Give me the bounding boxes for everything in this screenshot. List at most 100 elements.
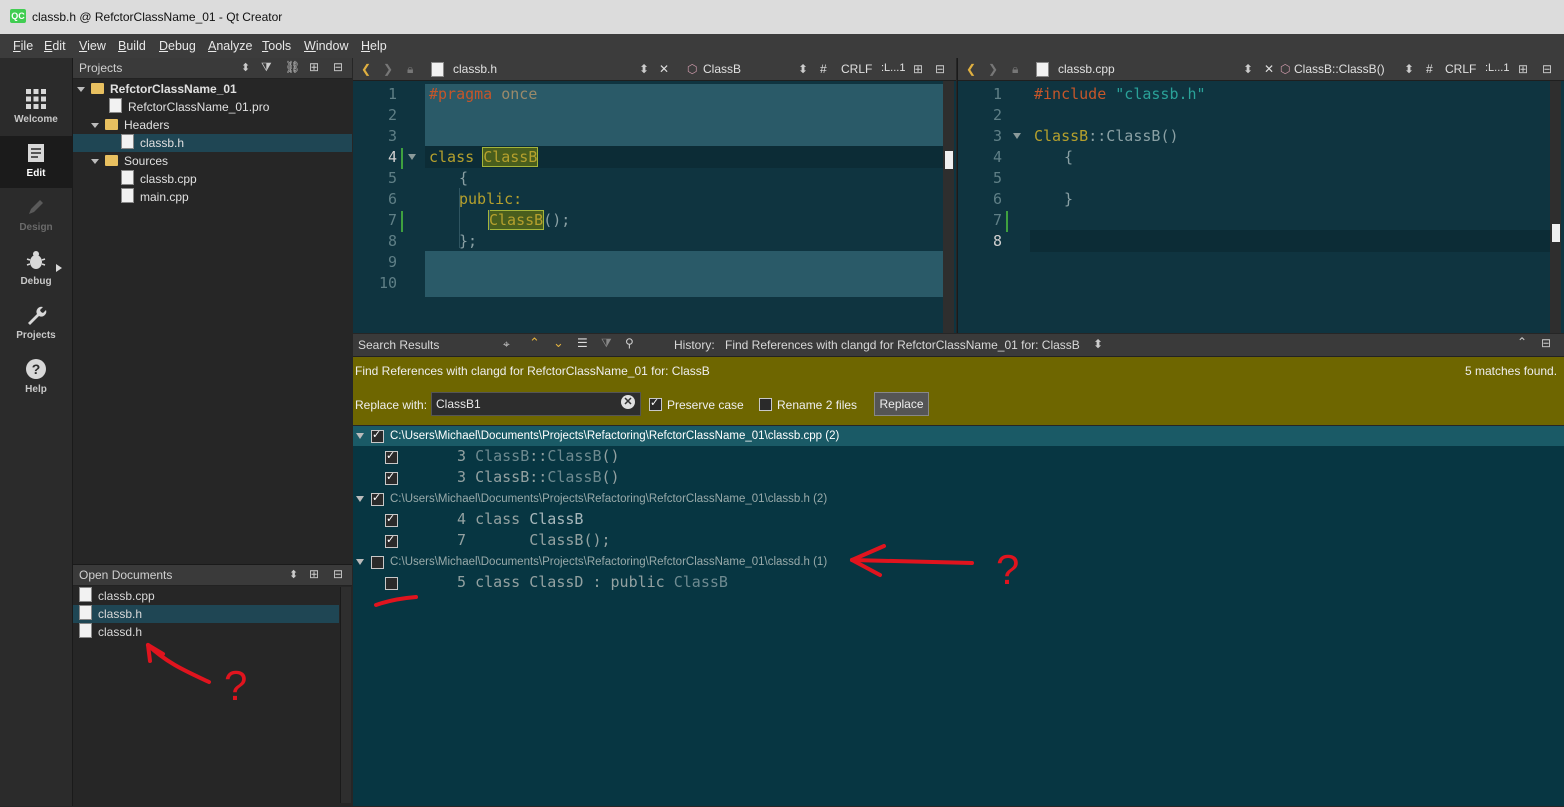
result-line[interactable]: 3 ClassB::ClassB() xyxy=(457,447,620,465)
code-line-4[interactable]: class ClassB xyxy=(429,147,539,167)
link-icon[interactable]: ⛓ xyxy=(285,60,300,74)
clear-input-icon[interactable]: ✕ xyxy=(621,395,635,409)
result-line[interactable]: 3 ClassB::ClassB() xyxy=(457,468,620,486)
symbol-selector[interactable]: ClassB::ClassB() xyxy=(1294,62,1385,76)
code-line-4[interactable]: { xyxy=(1064,148,1073,166)
editor-file-name[interactable]: classb.h xyxy=(453,62,497,76)
tree-item-headers[interactable]: Headers xyxy=(91,116,169,134)
close-editor-icon[interactable]: ✕ xyxy=(659,62,669,76)
tree-item-pro[interactable]: RefctorClassName_01.pro xyxy=(109,98,269,116)
code-line-7[interactable]: ClassB(); xyxy=(487,210,570,230)
result-line[interactable]: 7 ClassB(); xyxy=(457,531,611,549)
mode-debug[interactable]: Debug xyxy=(0,244,72,296)
fold-arrow-icon[interactable] xyxy=(408,154,416,160)
result-checkbox[interactable] xyxy=(385,533,398,548)
history-select[interactable]: Find References with clangd for RefctorC… xyxy=(725,338,1080,352)
search-icon[interactable]: ⚲ xyxy=(625,336,634,350)
close-pane-icon[interactable]: ⊟ xyxy=(333,567,343,581)
group-checkbox[interactable] xyxy=(371,428,384,443)
scrollbar-handle[interactable] xyxy=(1552,224,1560,242)
open-doc-item[interactable]: classd.h xyxy=(79,623,339,641)
collapse-triangle-icon[interactable] xyxy=(356,433,364,439)
preserve-case-checkbox[interactable] xyxy=(649,396,662,411)
scrollbar-handle[interactable] xyxy=(945,151,953,169)
mode-welcome[interactable]: Welcome xyxy=(0,82,72,134)
result-line[interactable]: 5 class ClassD : public ClassB xyxy=(457,573,728,591)
maximize-icon[interactable]: ⌃ xyxy=(1517,335,1527,349)
open-docs-scrollbar[interactable] xyxy=(340,587,351,803)
mode-help[interactable]: ? Help xyxy=(0,352,72,404)
menu-window[interactable]: Window xyxy=(304,39,348,53)
pane-select-arrows-icon[interactable]: ⬍ xyxy=(241,61,250,74)
forward-arrow-icon[interactable]: ❯ xyxy=(988,62,998,76)
group-checkbox[interactable] xyxy=(371,491,384,506)
symbol-select-arrows-icon[interactable]: ⬍ xyxy=(798,62,808,76)
prev-result-icon[interactable]: ⌃ xyxy=(529,335,540,351)
cursor-position[interactable]: :L...1 xyxy=(881,62,905,74)
lock-icon[interactable]: 🔒︎ xyxy=(407,62,413,77)
tree-item-main-cpp[interactable]: main.cpp xyxy=(121,188,189,206)
tree-item-sources[interactable]: Sources xyxy=(91,152,168,170)
code-line-5[interactable]: { xyxy=(459,169,468,187)
pane-select-arrows-icon[interactable]: ⬍ xyxy=(289,568,298,581)
fold-arrow-icon[interactable] xyxy=(1013,133,1021,139)
line-ending[interactable]: CRLF xyxy=(841,62,872,76)
mode-design[interactable]: Design xyxy=(0,190,72,242)
rename-files-checkbox[interactable] xyxy=(759,398,772,411)
code-line-8[interactable]: }; xyxy=(459,232,477,250)
code-line-3[interactable]: ClassB::ClassB() xyxy=(1034,127,1179,145)
hash-indicator[interactable]: # xyxy=(1426,62,1433,76)
close-editor-icon[interactable]: ✕ xyxy=(1264,62,1274,76)
filter-icon[interactable]: ⧩ xyxy=(261,60,272,75)
menu-tools[interactable]: Tools xyxy=(262,39,291,53)
next-result-icon[interactable]: ⌄ xyxy=(553,335,564,351)
replace-button[interactable]: Replace xyxy=(874,392,929,416)
collapse-triangle-icon[interactable] xyxy=(77,87,85,92)
close-split-icon[interactable]: ⊟ xyxy=(935,62,945,76)
replace-input[interactable]: ClassB1 ✕ xyxy=(431,392,641,416)
editor-scrollbar[interactable] xyxy=(943,81,954,333)
symbol-selector[interactable]: ClassB xyxy=(703,62,741,76)
tree-view-icon[interactable]: ☰ xyxy=(577,336,588,350)
menu-debug[interactable]: Debug xyxy=(159,39,196,53)
split-icon[interactable]: ⊞ xyxy=(1518,62,1528,76)
tree-item-classb-cpp[interactable]: classb.cpp xyxy=(121,170,197,188)
code-line-1[interactable]: #pragma once xyxy=(429,85,537,103)
mode-edit[interactable]: Edit xyxy=(0,136,72,188)
split-icon[interactable]: ⊞ xyxy=(309,60,319,74)
code-line-6[interactable]: } xyxy=(1064,190,1073,208)
file-select-arrows-icon[interactable]: ⬍ xyxy=(1243,62,1253,76)
open-doc-item-selected[interactable]: classb.h xyxy=(73,605,339,623)
menu-build[interactable]: Build xyxy=(118,39,146,53)
result-checkbox[interactable] xyxy=(385,449,398,464)
editor-scrollbar[interactable] xyxy=(1550,81,1561,333)
back-arrow-icon[interactable]: ❮ xyxy=(966,62,976,76)
collapse-triangle-icon[interactable] xyxy=(356,559,364,565)
collapse-triangle-icon[interactable] xyxy=(91,123,99,128)
line-ending[interactable]: CRLF xyxy=(1445,62,1476,76)
result-checkbox[interactable] xyxy=(385,512,398,527)
lock-icon[interactable]: 🔒︎ xyxy=(1012,62,1018,77)
open-doc-item[interactable]: classb.cpp xyxy=(79,587,339,605)
collapse-triangle-icon[interactable] xyxy=(356,496,364,502)
mode-projects[interactable]: Projects xyxy=(0,298,72,350)
menu-edit[interactable]: Edit xyxy=(44,39,66,53)
close-pane-icon[interactable]: ⊟ xyxy=(1541,336,1551,350)
split-icon[interactable]: ⊞ xyxy=(309,567,319,581)
symbol-select-arrows-icon[interactable]: ⬍ xyxy=(1404,62,1414,76)
forward-arrow-icon[interactable]: ❯ xyxy=(383,62,393,76)
history-select-arrows-icon[interactable]: ⬍ xyxy=(1093,337,1103,351)
menu-file[interactable]: File xyxy=(13,39,33,53)
result-checkbox[interactable] xyxy=(385,577,398,590)
run-again-icon[interactable]: ⌖ xyxy=(503,337,510,352)
cursor-position[interactable]: :L...1 xyxy=(1485,62,1509,74)
group-checkbox[interactable] xyxy=(371,556,384,569)
close-split-icon[interactable]: ⊟ xyxy=(1542,62,1552,76)
menu-analyze[interactable]: Analyze xyxy=(208,39,252,53)
tree-item-project[interactable]: RefctorClassName_01 xyxy=(77,80,237,98)
close-pane-icon[interactable]: ⊟ xyxy=(333,60,343,74)
code-line-6[interactable]: public: xyxy=(459,190,522,208)
collapse-triangle-icon[interactable] xyxy=(91,159,99,164)
filter-icon[interactable]: ⧩ xyxy=(601,336,612,351)
file-select-arrows-icon[interactable]: ⬍ xyxy=(639,62,649,76)
